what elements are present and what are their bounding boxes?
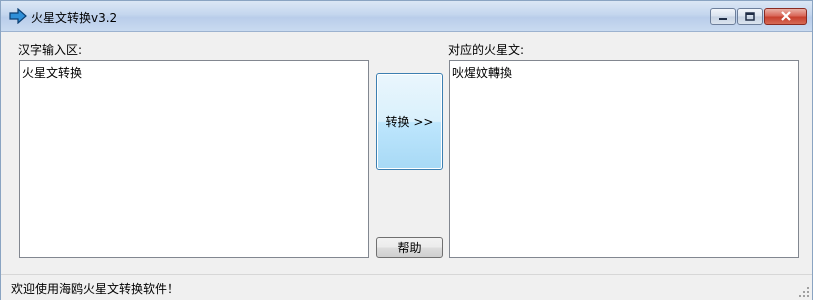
output-textarea[interactable]: 吙煋妏轉換 <box>449 60 799 258</box>
app-window: 火星文转换v3.2 汉字输入区: 火星文转换 转换 >> 帮助 对应的火星文: … <box>0 0 813 300</box>
input-label: 汉字输入区: <box>18 43 83 57</box>
window-controls <box>709 8 807 26</box>
close-button[interactable] <box>764 8 807 25</box>
convert-button[interactable]: 转换 >> <box>376 73 443 170</box>
output-label: 对应的火星文: <box>448 43 525 57</box>
help-button[interactable]: 帮助 <box>376 237 443 258</box>
input-textarea[interactable]: 火星文转换 <box>19 60 369 258</box>
convert-button-label: 转换 >> <box>385 115 434 129</box>
maximize-icon <box>745 10 755 24</box>
resize-grip-icon[interactable] <box>798 286 810 298</box>
window-title: 火星文转换v3.2 <box>31 11 118 25</box>
minimize-button[interactable] <box>710 8 736 25</box>
title-bar[interactable]: 火星文转换v3.2 <box>1 1 812 32</box>
minimize-icon <box>718 10 728 24</box>
close-icon <box>780 10 792 24</box>
status-bar: 欢迎使用海鸥火星文转换软件！ <box>1 274 812 300</box>
maximize-button[interactable] <box>737 8 763 25</box>
status-text: 欢迎使用海鸥火星文转换软件！ <box>11 282 180 296</box>
help-button-label: 帮助 <box>397 241 422 255</box>
arrow-right-icon <box>9 7 27 25</box>
